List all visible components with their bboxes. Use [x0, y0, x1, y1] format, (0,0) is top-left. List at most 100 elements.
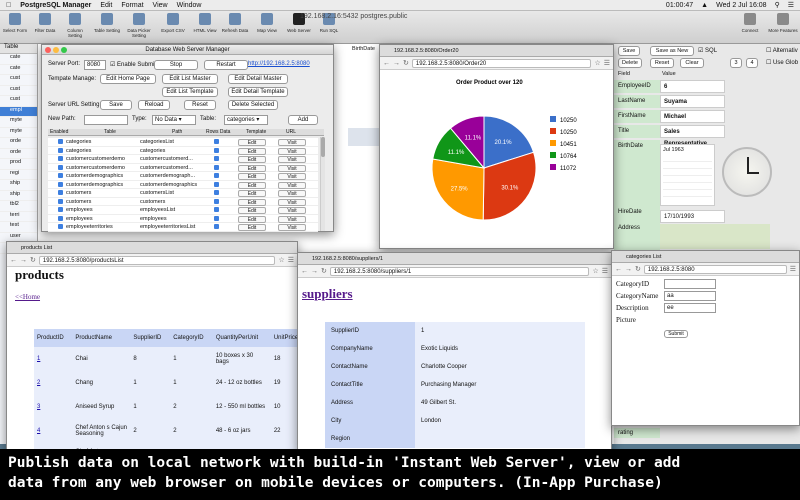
reset-button[interactable]: Reset [650, 58, 674, 68]
route-path[interactable]: employeeterritoriesList [140, 224, 208, 230]
server-port-input[interactable]: 8080 [84, 60, 106, 70]
edit-template-button[interactable]: Edit [238, 224, 266, 231]
menu-view[interactable]: View [153, 2, 168, 9]
save-button[interactable]: Save [618, 46, 640, 56]
close-icon[interactable] [45, 47, 51, 53]
rows-data-checkbox[interactable] [214, 147, 219, 153]
sidebar-table-item[interactable]: cust [0, 86, 37, 96]
rows-data-checkbox[interactable] [214, 190, 219, 195]
search-icon[interactable]: ⚲ [775, 1, 780, 9]
edit-home-page-button[interactable]: Edit Home Page [100, 74, 156, 84]
back-icon[interactable]: ← [10, 257, 17, 264]
sidebar-table-item[interactable]: test [0, 222, 37, 233]
product-id-link[interactable]: 4 [34, 419, 72, 443]
rows-data-checkbox[interactable] [214, 139, 219, 144]
menu-format[interactable]: Format [121, 2, 143, 9]
edit-template-button[interactable]: Edit [238, 215, 266, 223]
visit-url-button[interactable]: Visit [278, 198, 306, 206]
menu-edit[interactable]: Edit [100, 2, 112, 9]
forward-icon[interactable]: → [625, 266, 632, 273]
route-row[interactable]: employees employees Edit Visit [48, 214, 318, 223]
visit-url-button[interactable]: Visit [278, 207, 306, 214]
visit-url-button[interactable]: Visit [278, 164, 306, 172]
apple-icon[interactable]:  [6, 2, 11, 9]
browser-tab[interactable]: products List [7, 242, 297, 254]
save-as-new-button[interactable]: Save as New [650, 46, 694, 56]
toolbar-export-csv-button[interactable]: Export CSV [158, 13, 188, 33]
minimize-icon[interactable] [53, 47, 59, 53]
app-menu[interactable]: PostgreSQL Manager [20, 2, 91, 9]
route-path[interactable]: customersList [140, 190, 208, 196]
edit-template-button[interactable]: Edit [238, 164, 266, 172]
stop-button[interactable]: Stop [154, 60, 198, 70]
enabled-checkbox[interactable] [58, 198, 63, 204]
calendar-grid[interactable] [663, 155, 712, 203]
sidebar-table-item[interactable]: tbl2 [0, 201, 37, 212]
zoom-icon[interactable] [61, 47, 67, 53]
enable-submit-checkbox[interactable]: ☑ Enable Submit [110, 61, 156, 68]
back-icon[interactable]: ← [301, 268, 308, 275]
route-path[interactable]: employees [140, 216, 208, 222]
reload-icon[interactable]: ↻ [403, 59, 409, 67]
delete-button[interactable]: Delete [618, 58, 642, 68]
submit-button[interactable]: Submit [664, 330, 688, 338]
visit-url-button[interactable]: Visit [278, 156, 306, 163]
form-input[interactable]: aa [664, 291, 716, 301]
route-row[interactable]: customers customers Edit Visit [48, 197, 318, 206]
enabled-checkbox[interactable] [58, 164, 63, 170]
page-3-button[interactable]: 3 [730, 58, 742, 68]
enabled-checkbox[interactable] [58, 181, 63, 187]
browser-tab[interactable]: 192.168.2.5:8080/Order20 [380, 45, 613, 57]
visit-url-button[interactable]: Visit [278, 215, 306, 223]
date-time[interactable]: Wed 2 Jul 16:08 [716, 2, 766, 9]
back-icon[interactable]: ← [615, 266, 622, 273]
sidebar-table-item[interactable]: cate [0, 65, 37, 75]
save-button[interactable]: Save [100, 100, 132, 110]
toolbar-refresh-data-button[interactable]: Refresh Data [220, 13, 250, 33]
edit-template-button[interactable]: Edit [238, 198, 266, 206]
birthdate-column-header[interactable]: BirthDate [352, 46, 375, 52]
form-input[interactable] [664, 279, 716, 289]
menu-icon[interactable]: ☰ [790, 265, 796, 273]
map-thumbnail[interactable] [660, 224, 770, 249]
visit-url-button[interactable]: Visit [278, 190, 306, 197]
routes-scrollbar[interactable] [320, 137, 325, 231]
route-path[interactable]: categoriesList [140, 139, 208, 145]
forward-icon[interactable]: → [20, 257, 27, 264]
add-button[interactable]: Add [288, 115, 318, 125]
edit-detail-template-button[interactable]: Edit Detail Template [228, 87, 288, 97]
server-url-link[interactable]: http://192.168.2.5:8080 [248, 61, 310, 67]
rows-data-checkbox[interactable] [214, 156, 219, 161]
sql-checkbox[interactable]: ☑ SQL [698, 47, 717, 54]
route-path[interactable]: customerdemograph... [140, 173, 208, 179]
sidebar-table-item[interactable]: cate [0, 54, 37, 65]
toolbar-html-view-button[interactable]: HTML View [190, 13, 220, 33]
rows-data-checkbox[interactable] [214, 173, 219, 178]
field-value[interactable]: 6 [660, 80, 725, 93]
sidebar-table-item[interactable]: terri [0, 212, 37, 222]
address-bar[interactable]: 192.168.2.5:8080 [643, 264, 787, 274]
forward-icon[interactable]: → [393, 60, 400, 67]
type-select[interactable]: No Data ▾ [152, 115, 196, 125]
sidebar-table-item[interactable]: cust [0, 96, 37, 107]
toolbar-data-picker-setting-button[interactable]: Data Picker Setting [124, 13, 154, 38]
route-row[interactable]: customerdemographics customerdemographics… [48, 180, 318, 189]
visit-url-button[interactable]: Visit [278, 139, 306, 146]
reload-icon[interactable]: ↻ [30, 256, 36, 264]
address-bar[interactable]: 192.168.2.5:8080/Order20 [411, 58, 592, 68]
enabled-checkbox[interactable] [58, 139, 63, 144]
route-row[interactable]: employeeterritories employeeterritoriesLi… [48, 223, 318, 232]
list-icon[interactable]: ☰ [788, 1, 794, 9]
forward-icon[interactable]: → [311, 268, 318, 275]
edit-list-template-button[interactable]: Edit List Template [162, 87, 218, 97]
field-value[interactable]: Michael [660, 110, 725, 123]
rows-data-checkbox[interactable] [214, 164, 219, 170]
route-path[interactable]: categories [140, 148, 208, 154]
edit-template-button[interactable]: Edit [238, 156, 266, 163]
route-path[interactable]: customercustomerd... [140, 165, 208, 171]
browser-tab[interactable]: 192.168.2.5:8080/suppliers/1 [298, 253, 611, 265]
route-path[interactable]: customers [140, 199, 208, 205]
form-input[interactable]: ee [664, 303, 716, 313]
enabled-checkbox[interactable] [58, 215, 63, 221]
toolbar-column-setting-button[interactable]: Column Setting [60, 13, 90, 38]
